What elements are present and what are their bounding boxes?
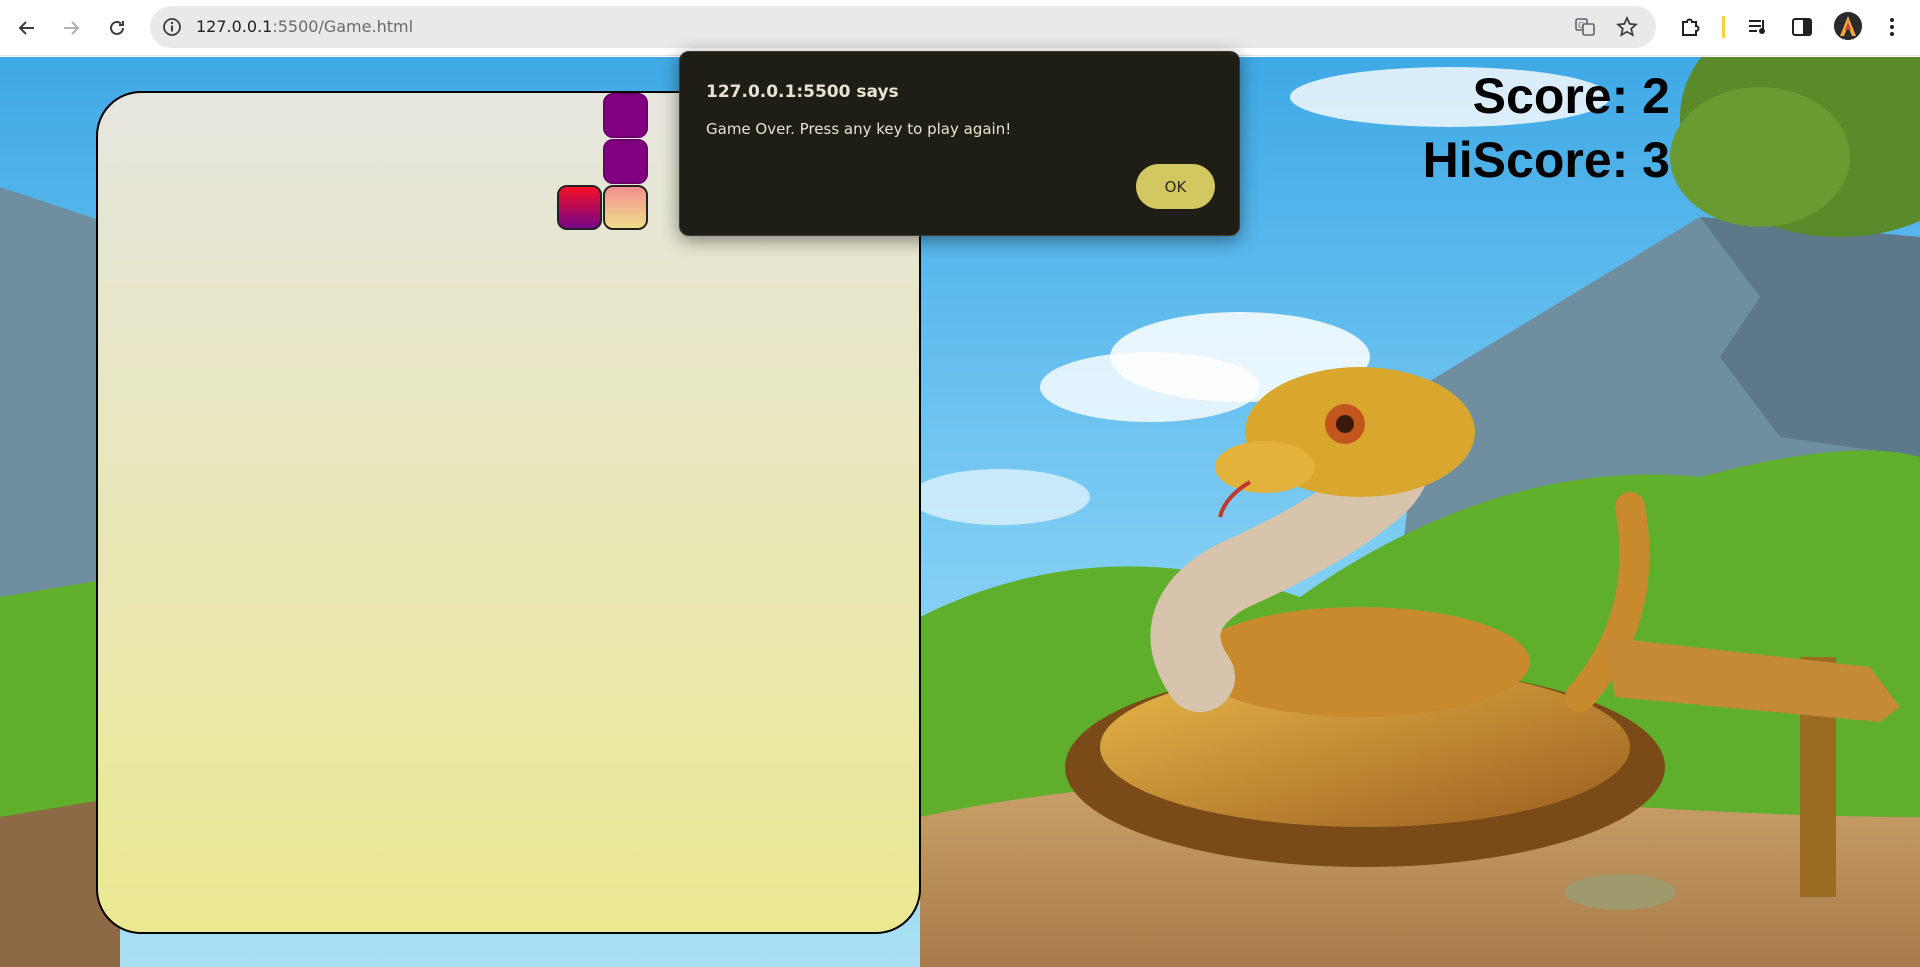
ok-button[interactable]: OK: [1136, 164, 1215, 209]
dialog-title: 127.0.0.1:5500 says: [706, 82, 899, 102]
alert-dialog: 127.0.0.1:5500 says Game Over. Press any…: [679, 51, 1240, 236]
hiscore-display: HiScore: 3: [1422, 132, 1670, 188]
dialog-message: Game Over. Press any key to play again!: [706, 120, 1012, 138]
info-icon[interactable]: [162, 17, 182, 37]
snake-body-segment: [603, 93, 648, 138]
forward-button[interactable]: [52, 9, 90, 47]
score-display: Score: 2: [1472, 68, 1670, 124]
svg-text:G: G: [1578, 21, 1584, 30]
snake-body-segment: [603, 139, 648, 184]
side-panel-icon[interactable]: [1790, 15, 1814, 39]
address-bar[interactable]: 127.0.0.1:5500/Game.html G: [150, 6, 1656, 48]
profile-picture-icon: [1834, 12, 1862, 40]
puzzle-icon[interactable]: [1678, 15, 1702, 39]
food-cell: [557, 185, 602, 230]
star-icon[interactable]: [1616, 16, 1638, 38]
arrow-left-icon: [18, 21, 34, 35]
reload-icon: [110, 20, 124, 35]
url-path: :5500/Game.html: [272, 17, 414, 36]
avatar[interactable]: [1834, 12, 1862, 40]
url-text[interactable]: 127.0.0.1:5500/Game.html: [196, 17, 413, 37]
arrow-right-icon: [64, 21, 80, 35]
reload-button[interactable]: [98, 9, 136, 47]
media-control-icon[interactable]: [1746, 15, 1770, 39]
url-host: 127.0.0.1: [196, 17, 273, 36]
translate-icon[interactable]: G: [1574, 16, 1596, 38]
back-button[interactable]: [8, 9, 46, 47]
snake-head: [603, 185, 648, 230]
browser-toolbar: 127.0.0.1:5500/Game.html G: [0, 0, 1920, 56]
kebab-menu-icon[interactable]: [1880, 15, 1904, 39]
extension-separator: [1722, 16, 1725, 38]
